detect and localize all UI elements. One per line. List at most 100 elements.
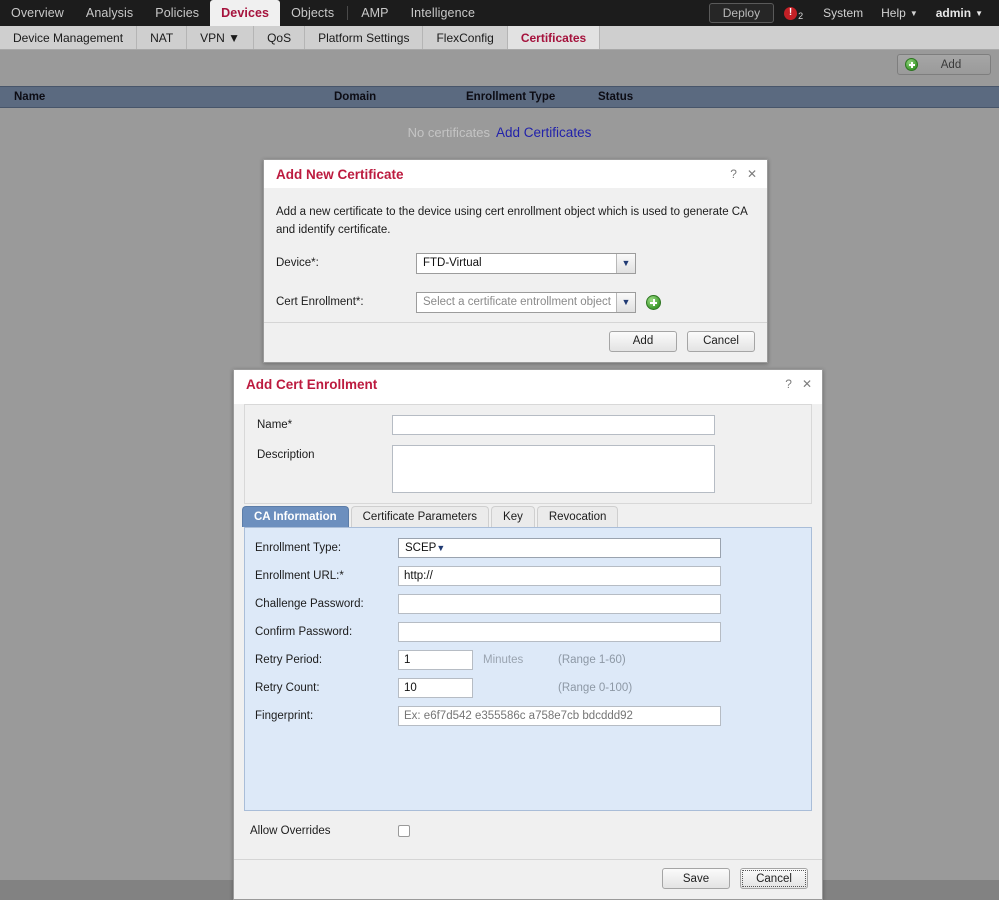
nav-item-policies[interactable]: Policies (144, 0, 210, 26)
cancel-button[interactable]: Cancel (740, 868, 808, 889)
enrollment-type-value: SCEP (405, 542, 437, 554)
help-label: Help (881, 6, 906, 20)
system-menu[interactable]: System (815, 6, 871, 20)
challenge-password-label: Challenge Password: (255, 598, 364, 610)
alert-exclamation-icon: ! (784, 6, 798, 20)
allow-overrides-checkbox[interactable] (398, 825, 410, 837)
certificates-empty-row: No certificates Add Certificates (0, 108, 999, 156)
cert-enrollment-field-row: Cert Enrollment*: Select a certificate e… (264, 283, 767, 322)
confirm-password-label: Confirm Password: (255, 626, 353, 638)
add-new-certificate-dialog: Add New Certificate ? ✕ Add a new certif… (263, 159, 768, 363)
subnav-item-vpn[interactable]: VPN ▼ (187, 26, 255, 49)
name-field-row: Name* (245, 415, 811, 445)
retry-period-unit: Minutes (483, 654, 524, 666)
add-cert-enrollment-icon-button[interactable] (646, 294, 661, 310)
cert-enrollment-select[interactable]: Select a certificate entrollment object … (416, 291, 636, 313)
nav-label: Devices (221, 6, 270, 20)
dialog-body: Add a new certificate to the device usin… (264, 188, 767, 322)
nav-item-amp[interactable]: AMP (350, 0, 399, 26)
name-label: Name* (257, 419, 293, 431)
help-icon[interactable]: ? (730, 167, 737, 181)
nav-item-analysis[interactable]: Analysis (75, 0, 144, 26)
help-menu[interactable]: Help ▼ (873, 6, 926, 20)
description-label: Description (257, 449, 315, 461)
retry-period-range: (Range 1-60) (558, 654, 626, 666)
add-cert-enrollment-dialog: Add Cert Enrollment ? ✕ Name* Descriptio… (233, 369, 823, 900)
chevron-down-icon: ▼ (436, 543, 446, 553)
enrollment-url-input[interactable] (398, 566, 721, 586)
nav-label: Overview (11, 6, 64, 20)
top-navigation-bar: Overview Analysis Policies Devices Objec… (0, 0, 999, 26)
save-button[interactable]: Save (662, 868, 730, 889)
tab-ca-information[interactable]: CA Information (242, 506, 349, 527)
add-certificate-button[interactable]: Add (897, 54, 991, 75)
nav-item-overview[interactable]: Overview (0, 0, 75, 26)
page-toolbar: Add (0, 50, 999, 86)
enrollment-type-select[interactable]: SCEP ▼ (398, 538, 721, 558)
subnav-item-device-management[interactable]: Device Management (0, 26, 138, 49)
dialog-description: Add a new certificate to the device usin… (276, 206, 748, 236)
challenge-password-row: Challenge Password: (245, 594, 811, 622)
add-button[interactable]: Add (609, 330, 677, 352)
column-header-name: Name (14, 91, 46, 103)
enrollment-type-row: Enrollment Type: SCEP ▼ (245, 538, 811, 566)
subnav-item-flexconfig[interactable]: FlexConfig (423, 26, 508, 49)
alert-notification-badge[interactable]: ! 2 (784, 6, 804, 21)
subnav-item-nat[interactable]: NAT (137, 26, 188, 49)
fingerprint-input[interactable] (398, 706, 721, 726)
cert-enrollment-tabs: CA Information Certificate Parameters Ke… (234, 506, 822, 527)
confirm-password-row: Confirm Password: (245, 622, 811, 650)
close-icon[interactable]: ✕ (802, 377, 812, 391)
top-nav-items: Overview Analysis Policies Devices Objec… (0, 0, 486, 26)
alert-count: 2 (798, 10, 804, 21)
confirm-password-input[interactable] (398, 622, 721, 642)
nav-label: Objects (291, 6, 335, 20)
description-field-row: Description (245, 445, 811, 503)
tab-key[interactable]: Key (491, 506, 535, 527)
description-textarea[interactable] (392, 445, 715, 493)
nav-label: AMP (361, 6, 389, 20)
retry-period-row: Retry Period: Minutes (Range 1-60) (245, 650, 811, 678)
chevron-down-icon: ▼ (616, 253, 635, 273)
dialog-title: Add New Certificate (276, 166, 404, 182)
tab-certificate-parameters[interactable]: Certificate Parameters (350, 506, 490, 527)
deploy-button[interactable]: Deploy (708, 3, 775, 23)
device-label: Device*: (276, 257, 319, 270)
nav-item-objects[interactable]: Objects (280, 0, 345, 26)
nav-item-devices[interactable]: Devices (210, 0, 281, 26)
nav-item-intelligence[interactable]: Intelligence (400, 0, 486, 26)
column-header-domain: Domain (334, 91, 377, 103)
retry-count-input[interactable] (398, 678, 473, 698)
close-icon[interactable]: ✕ (747, 167, 757, 181)
column-header-enrollment-type: Enrollment Type (466, 91, 556, 103)
retry-period-label: Retry Period: (255, 654, 323, 666)
retry-count-row: Retry Count: (Range 0-100) (245, 678, 811, 706)
retry-period-input[interactable] (398, 650, 473, 670)
nav-divider (347, 6, 349, 20)
subnav-item-certificates[interactable]: Certificates (507, 26, 601, 49)
nav-label: Analysis (85, 6, 134, 20)
name-description-panel: Name* Description (244, 404, 812, 504)
nav-label: Policies (155, 6, 200, 20)
cert-enrollment-select-value: Select a certificate entrollment object (423, 296, 611, 309)
retry-count-label: Retry Count: (255, 682, 320, 694)
chevron-down-icon: ▼ (616, 292, 635, 312)
certificates-table-header: Name Domain Enrollment Type Status (0, 86, 999, 108)
tab-revocation[interactable]: Revocation (536, 506, 619, 527)
device-select[interactable]: FTD-Virtual ▼ (416, 252, 636, 274)
user-menu[interactable]: admin ▼ (928, 6, 991, 20)
challenge-password-input[interactable] (398, 594, 721, 614)
subnav-filler (600, 26, 999, 49)
enrollment-type-label: Enrollment Type: (255, 542, 342, 554)
dialog-title: Add Cert Enrollment (246, 376, 378, 392)
dialog-footer: Save Cancel (234, 859, 822, 899)
name-input[interactable] (392, 415, 715, 435)
dialog-title-bar: Add Cert Enrollment ? ✕ (234, 370, 822, 398)
add-certificates-link[interactable]: Add Certificates (496, 125, 591, 140)
cancel-button[interactable]: Cancel (687, 330, 755, 352)
help-icon[interactable]: ? (785, 377, 792, 391)
empty-state-text: No certificates (407, 124, 491, 140)
device-field-row: Device*: FTD-Virtual ▼ (264, 244, 767, 283)
subnav-item-platform-settings[interactable]: Platform Settings (305, 26, 424, 49)
subnav-item-qos[interactable]: QoS (254, 26, 306, 49)
